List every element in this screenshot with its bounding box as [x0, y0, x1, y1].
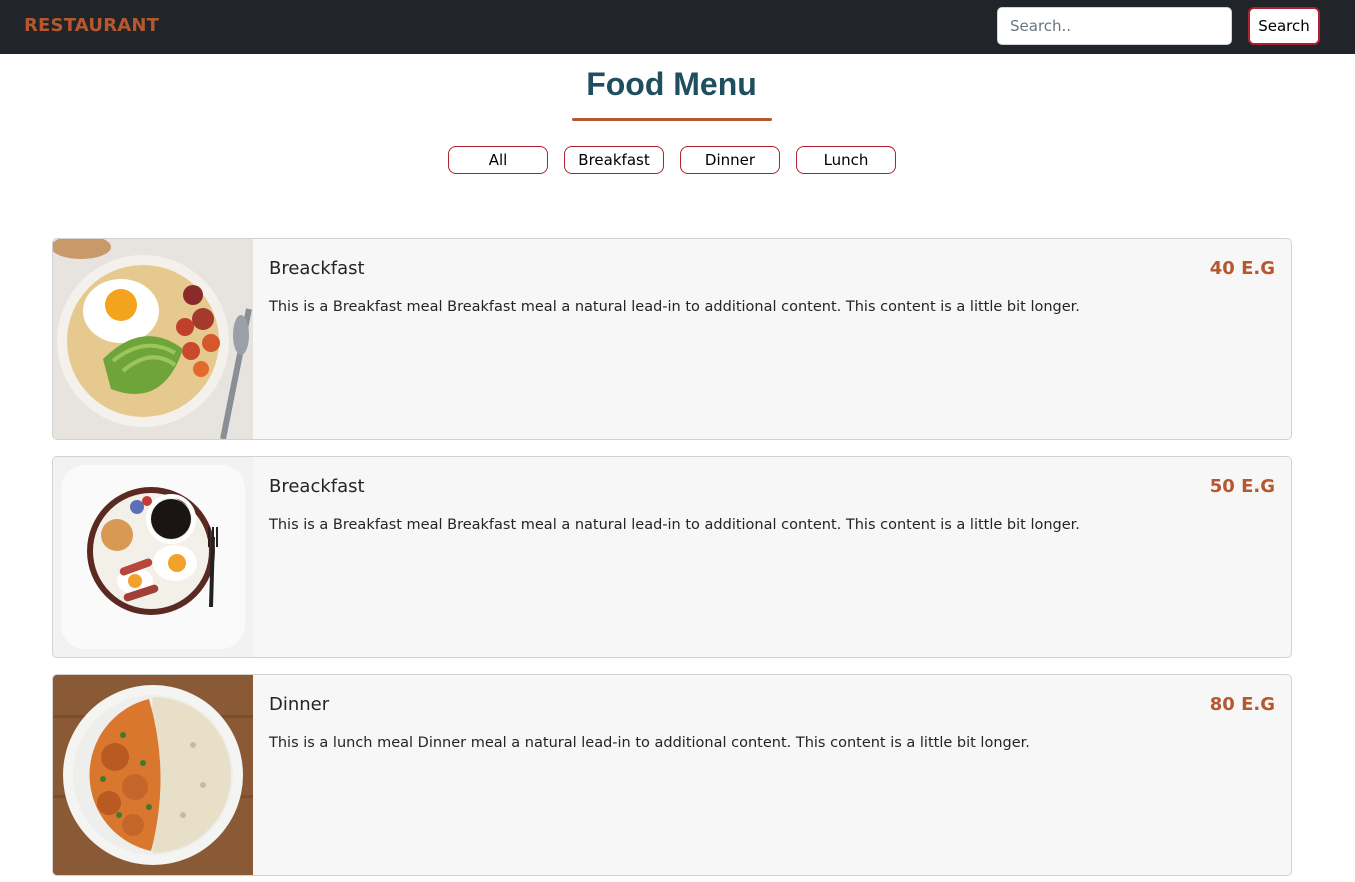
navbar: RESTAURANT Search [0, 0, 1355, 54]
search-input[interactable] [997, 7, 1232, 45]
filter-button-all[interactable]: All [448, 146, 548, 174]
menu-card[interactable]: Dinner 80 E.G This is a lunch meal Dinne… [52, 674, 1292, 876]
menu-item-image [53, 239, 253, 439]
menu-item-price: 80 E.G [1209, 694, 1275, 715]
menu-item-title: Dinner [269, 694, 330, 715]
menu-card[interactable]: Breackfast 40 E.G This is a Breakfast me… [52, 238, 1292, 440]
page-title: Food Menu [586, 66, 757, 102]
menu-item-image [53, 675, 253, 875]
filter-button-lunch[interactable]: Lunch [796, 146, 896, 174]
title-underline-divider [572, 118, 772, 121]
menu-item-description: This is a Breakfast meal Breakfast meal … [269, 299, 1080, 315]
brand-logo[interactable]: RESTAURANT [24, 15, 159, 36]
filter-button-breakfast[interactable]: Breakfast [564, 146, 664, 174]
menu-item-image [53, 457, 253, 657]
menu-item-description: This is a lunch meal Dinner meal a natur… [269, 735, 1030, 751]
menu-item-price: 40 E.G [1209, 258, 1275, 279]
menu-item-title: Breackfast [269, 476, 365, 497]
search-button[interactable]: Search [1248, 7, 1320, 45]
menu-item-description: This is a Breakfast meal Breakfast meal … [269, 517, 1080, 533]
menu-item-title: Breackfast [269, 258, 365, 279]
menu-item-price: 50 E.G [1209, 476, 1275, 497]
filter-button-dinner[interactable]: Dinner [680, 146, 780, 174]
menu-card[interactable]: Breackfast 50 E.G This is a Breakfast me… [52, 456, 1292, 658]
